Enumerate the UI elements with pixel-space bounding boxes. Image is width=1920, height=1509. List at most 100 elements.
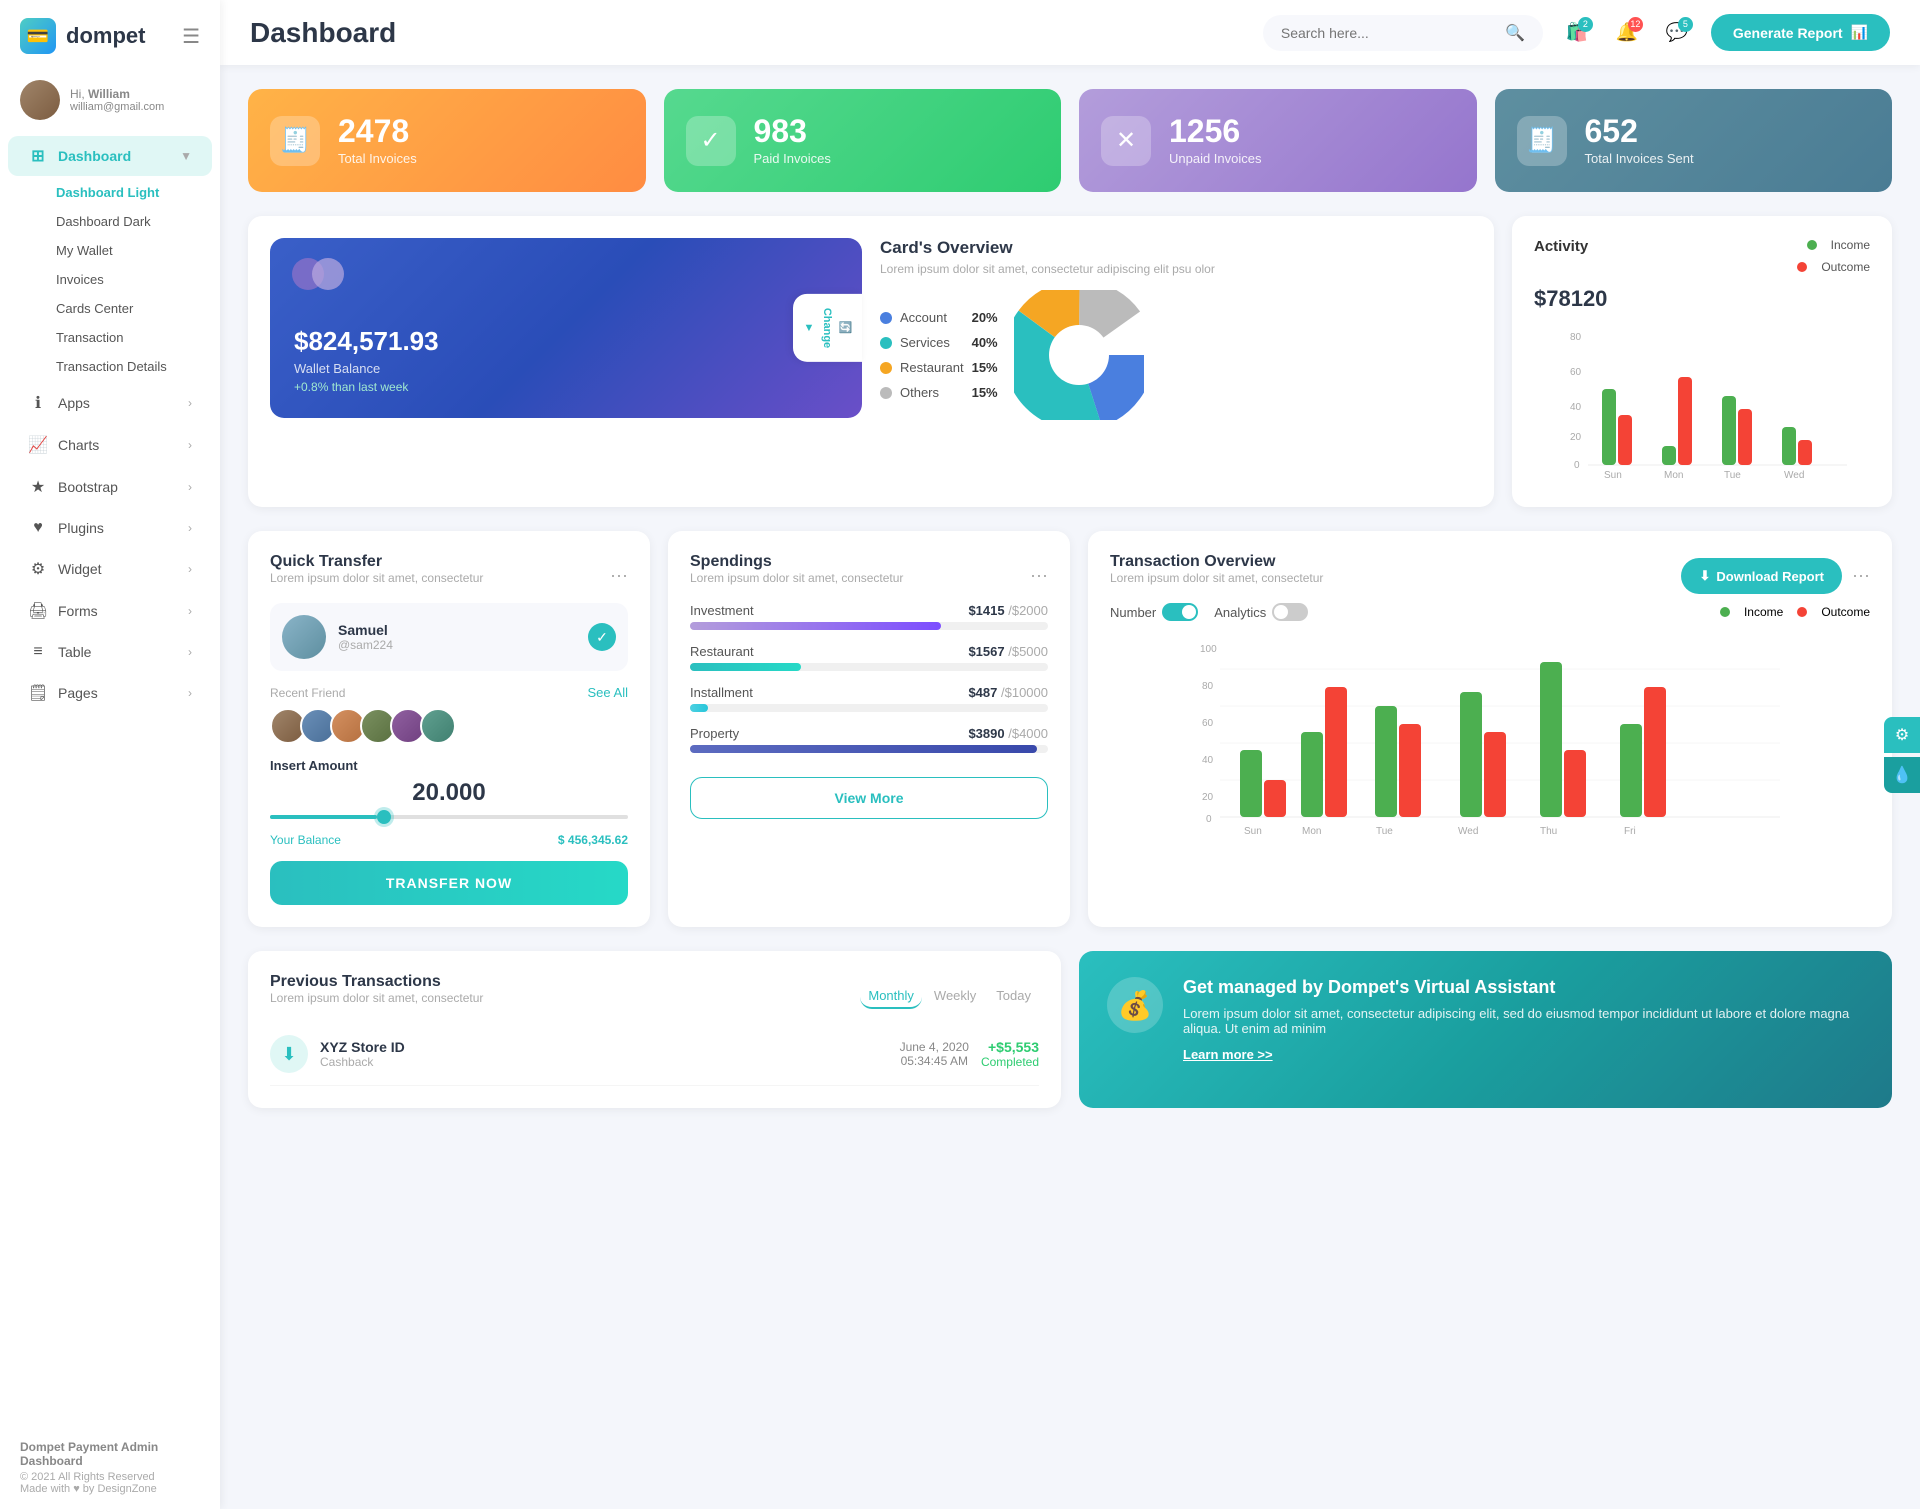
toggle-knob-off — [1274, 605, 1288, 619]
overview-content: Account 20% Services 40% — [880, 290, 1472, 420]
bar-mon-outcome — [1325, 687, 1347, 817]
change-button[interactable]: 🔄 Change ▼ — [793, 294, 862, 362]
quick-transfer-title: Quick Transfer — [270, 553, 483, 571]
account-pct: 20% — [972, 310, 998, 325]
sidebar-item-dashboard-light[interactable]: Dashboard Light — [36, 178, 220, 207]
trans-overview-info: Transaction Overview Lorem ipsum dolor s… — [1110, 553, 1323, 599]
see-more-link[interactable]: See All — [588, 685, 628, 700]
generate-report-button[interactable]: Generate Report 📊 — [1711, 14, 1890, 51]
account-dot — [880, 312, 892, 324]
header-icons: 🛍️ 2 🔔 12 💬 5 — [1559, 15, 1695, 51]
transaction-bar-chart: 100 80 60 40 20 0 — [1110, 637, 1870, 837]
chat-icon-btn[interactable]: 💬 5 — [1659, 15, 1695, 51]
x-label-mon: Mon — [1664, 470, 1683, 480]
tab-today[interactable]: Today — [988, 984, 1039, 1009]
bar-thu-income — [1540, 662, 1562, 817]
analytics-toggle-group: Analytics — [1214, 603, 1308, 621]
transaction-info: XYZ Store ID Cashback — [320, 1039, 888, 1069]
sidebar-item-forms[interactable]: 🖨 Forms › — [8, 591, 212, 631]
wallet-card: $824,571.93 Wallet Balance +0.8% than la… — [270, 238, 862, 418]
overview-right: Card's Overview Lorem ipsum dolor sit am… — [880, 238, 1472, 420]
user-greeting: Hi, William — [70, 87, 164, 101]
installment-fill — [690, 704, 708, 712]
friends-avatars — [270, 708, 628, 744]
x-thu: Thu — [1540, 826, 1557, 837]
transaction-result: +$5,553 Completed — [981, 1039, 1039, 1069]
outcome-dot — [1797, 262, 1807, 272]
amount-value: 20.000 — [270, 779, 628, 807]
bar-mon-income — [1662, 446, 1676, 465]
sidebar-item-plugins[interactable]: ♥ Plugins › — [8, 509, 212, 547]
content: 🧾 2478 Total Invoices ✓ 983 Paid Invoice… — [220, 65, 1920, 1509]
investment-label: Investment — [690, 603, 754, 618]
bootstrap-icon: ★ — [28, 477, 48, 497]
search-box: 🔍 — [1263, 15, 1543, 51]
total-sent-label: Total Invoices Sent — [1585, 151, 1694, 166]
friend-avatar-6[interactable] — [420, 708, 456, 744]
sidebar-item-label: Bootstrap — [58, 479, 118, 495]
sidebar-item-transaction-details[interactable]: Transaction Details — [36, 352, 220, 381]
restaurant-amount: $1567 /$5000 — [968, 644, 1048, 659]
stat-info: 2478 Total Invoices — [338, 115, 417, 166]
hamburger-icon[interactable]: ☰ — [182, 24, 200, 49]
activity-legend-area: Income Outcome — [1797, 238, 1870, 282]
spendings-menu-icon[interactable]: ⋯ — [1030, 566, 1048, 587]
settings-edge-button[interactable]: ⚙ — [1884, 717, 1920, 753]
sidebar-item-apps[interactable]: ℹ Apps › — [8, 383, 212, 423]
sidebar-item-invoices[interactable]: Invoices — [36, 265, 220, 294]
balance-row: Your Balance $ 456,345.62 — [270, 833, 628, 847]
x-fri: Fri — [1624, 826, 1636, 837]
sidebar-item-dashboard[interactable]: ⊞ Dashboard ▼ — [8, 136, 212, 176]
header: Dashboard 🔍 🛍️ 2 🔔 12 💬 5 Generate Repor… — [220, 0, 1920, 65]
sidebar-item-pages[interactable]: 🗒 Pages › — [8, 673, 212, 713]
logo-symbol: 💳 — [27, 26, 49, 47]
prev-transactions-info: Previous Transactions Lorem ipsum dolor … — [270, 973, 483, 1019]
x-label-wed: Wed — [1784, 470, 1804, 480]
sidebar-item-charts[interactable]: 📈 Charts › — [8, 425, 212, 465]
stat-info: 983 Paid Invoices — [754, 115, 831, 166]
trans-overview-menu-icon[interactable]: ⋯ — [1852, 566, 1870, 587]
sidebar-item-my-wallet[interactable]: My Wallet — [36, 236, 220, 265]
installment-bar — [690, 704, 1048, 712]
trans-income-dot — [1720, 607, 1730, 617]
view-more-button[interactable]: View More — [690, 777, 1048, 819]
analytics-toggle[interactable] — [1272, 603, 1308, 621]
sidebar-item-table[interactable]: ≡ Table › — [8, 633, 212, 671]
tab-monthly[interactable]: Monthly — [860, 984, 922, 1009]
spending-property: Property $3890 /$4000 — [690, 726, 1048, 753]
others-pct: 15% — [972, 385, 998, 400]
bell-icon-btn[interactable]: 🔔 12 — [1609, 15, 1645, 51]
va-content: Get managed by Dompet's Virtual Assistan… — [1183, 977, 1864, 1064]
bar-sun-outcome — [1264, 780, 1286, 817]
trans-overview-header: Transaction Overview Lorem ipsum dolor s… — [1110, 553, 1870, 599]
activity-card: Activity Income Outcome $78120 — [1512, 216, 1892, 507]
transfer-now-button[interactable]: TRANSFER NOW — [270, 861, 628, 905]
bag-icon-btn[interactable]: 🛍️ 2 — [1559, 15, 1595, 51]
tab-weekly[interactable]: Weekly — [926, 984, 984, 1009]
transaction-row: ⬇ XYZ Store ID Cashback June 4, 2020 05:… — [270, 1023, 1039, 1086]
overview-subtitle: Lorem ipsum dolor sit amet, consectetur … — [880, 262, 1472, 276]
sidebar-item-bootstrap[interactable]: ★ Bootstrap › — [8, 467, 212, 507]
overview-list: Account 20% Services 40% — [880, 305, 998, 405]
charts-icon: 📈 — [28, 435, 48, 455]
sidebar-item-dashboard-dark[interactable]: Dashboard Dark — [36, 207, 220, 236]
number-toggle[interactable] — [1162, 603, 1198, 621]
water-drop-edge-button[interactable]: 💧 — [1884, 757, 1920, 793]
sidebar-item-cards-center[interactable]: Cards Center — [36, 294, 220, 323]
avatar — [20, 80, 60, 120]
amount-slider[interactable] — [270, 815, 628, 819]
quick-transfer-menu-icon[interactable]: ⋯ — [610, 566, 628, 587]
prev-transactions-header: Previous Transactions Lorem ipsum dolor … — [270, 973, 1039, 1019]
prev-transactions-subtitle: Lorem ipsum dolor sit amet, consectetur — [270, 991, 483, 1005]
trans-overview-subtitle: Lorem ipsum dolor sit amet, consectetur — [1110, 571, 1323, 585]
slider-thumb[interactable] — [377, 810, 391, 824]
sidebar-item-widget[interactable]: ⚙ Widget › — [8, 549, 212, 589]
va-learn-more-link[interactable]: Learn more >> — [1183, 1047, 1273, 1062]
overview-title: Card's Overview — [880, 238, 1472, 258]
sidebar-item-transaction[interactable]: Transaction — [36, 323, 220, 352]
va-text: Lorem ipsum dolor sit amet, consectetur … — [1183, 1006, 1864, 1036]
download-report-button[interactable]: ⬇ Download Report — [1681, 558, 1842, 594]
transaction-icon: ⬇ — [270, 1035, 308, 1073]
page-title: Dashboard — [250, 17, 396, 49]
search-input[interactable] — [1281, 25, 1497, 41]
